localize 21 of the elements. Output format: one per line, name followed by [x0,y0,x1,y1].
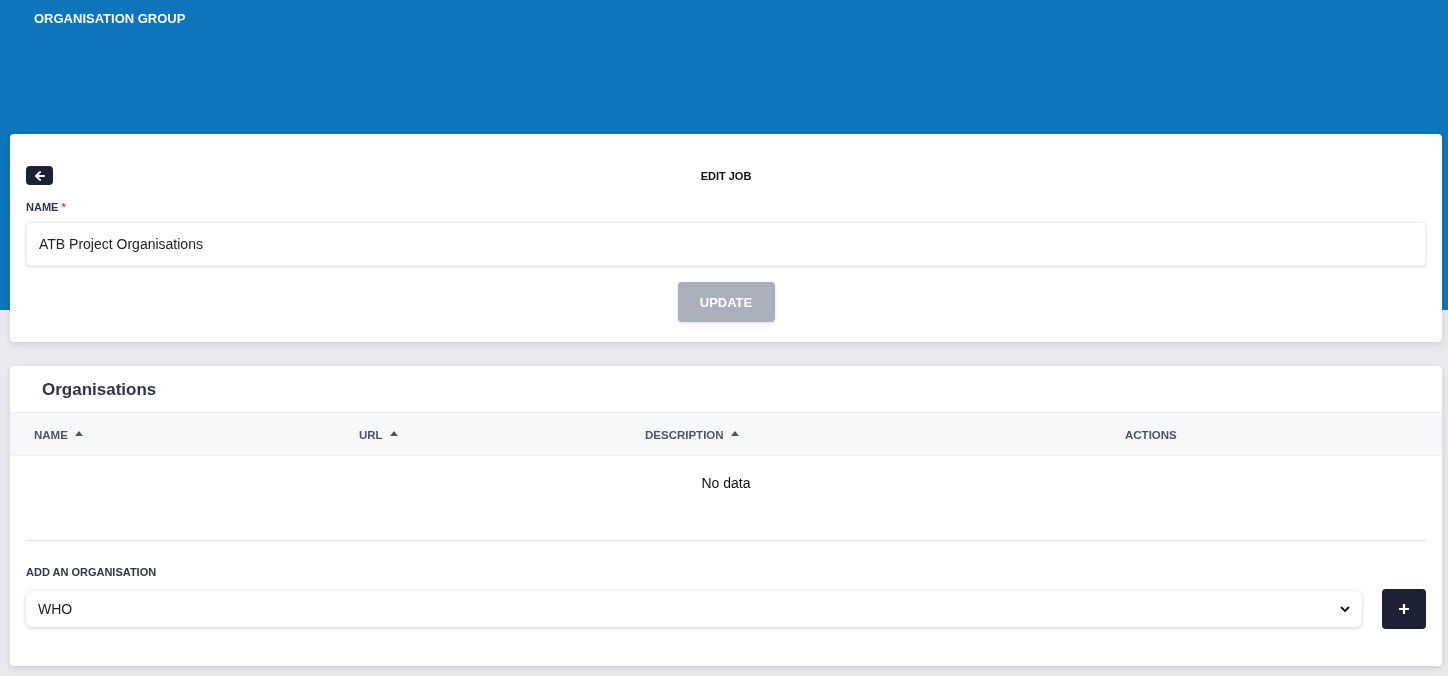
column-header[interactable]: DESCRIPTION [645,429,739,441]
field-label: NAME [26,201,59,213]
plus-icon [1398,603,1410,615]
sort-up-icon[interactable] [74,430,83,436]
sort-up-icon[interactable] [389,430,398,436]
name-input[interactable]: ATB Project Organisations [26,222,1426,266]
page-title: ORGANISATION GROUP [34,11,186,26]
column-header[interactable]: NAME [34,429,83,441]
empty-message: No data [701,475,751,493]
back-button[interactable] [26,166,53,185]
back-arrow-icon [33,169,46,182]
organisation-select[interactable]: WHO [26,591,1362,627]
column-header[interactable]: URL [359,429,398,441]
section-title: Organisations [42,380,157,400]
card-title: EDIT JOB [700,169,752,182]
sort-up-icon[interactable] [730,430,739,436]
required-mark: * [61,201,66,213]
chevron-down-icon [1340,605,1350,613]
column-header: ACTIONS [1125,429,1177,441]
field-label: ADD AN ORGANISATION [26,566,157,578]
add-button[interactable] [1382,589,1426,629]
